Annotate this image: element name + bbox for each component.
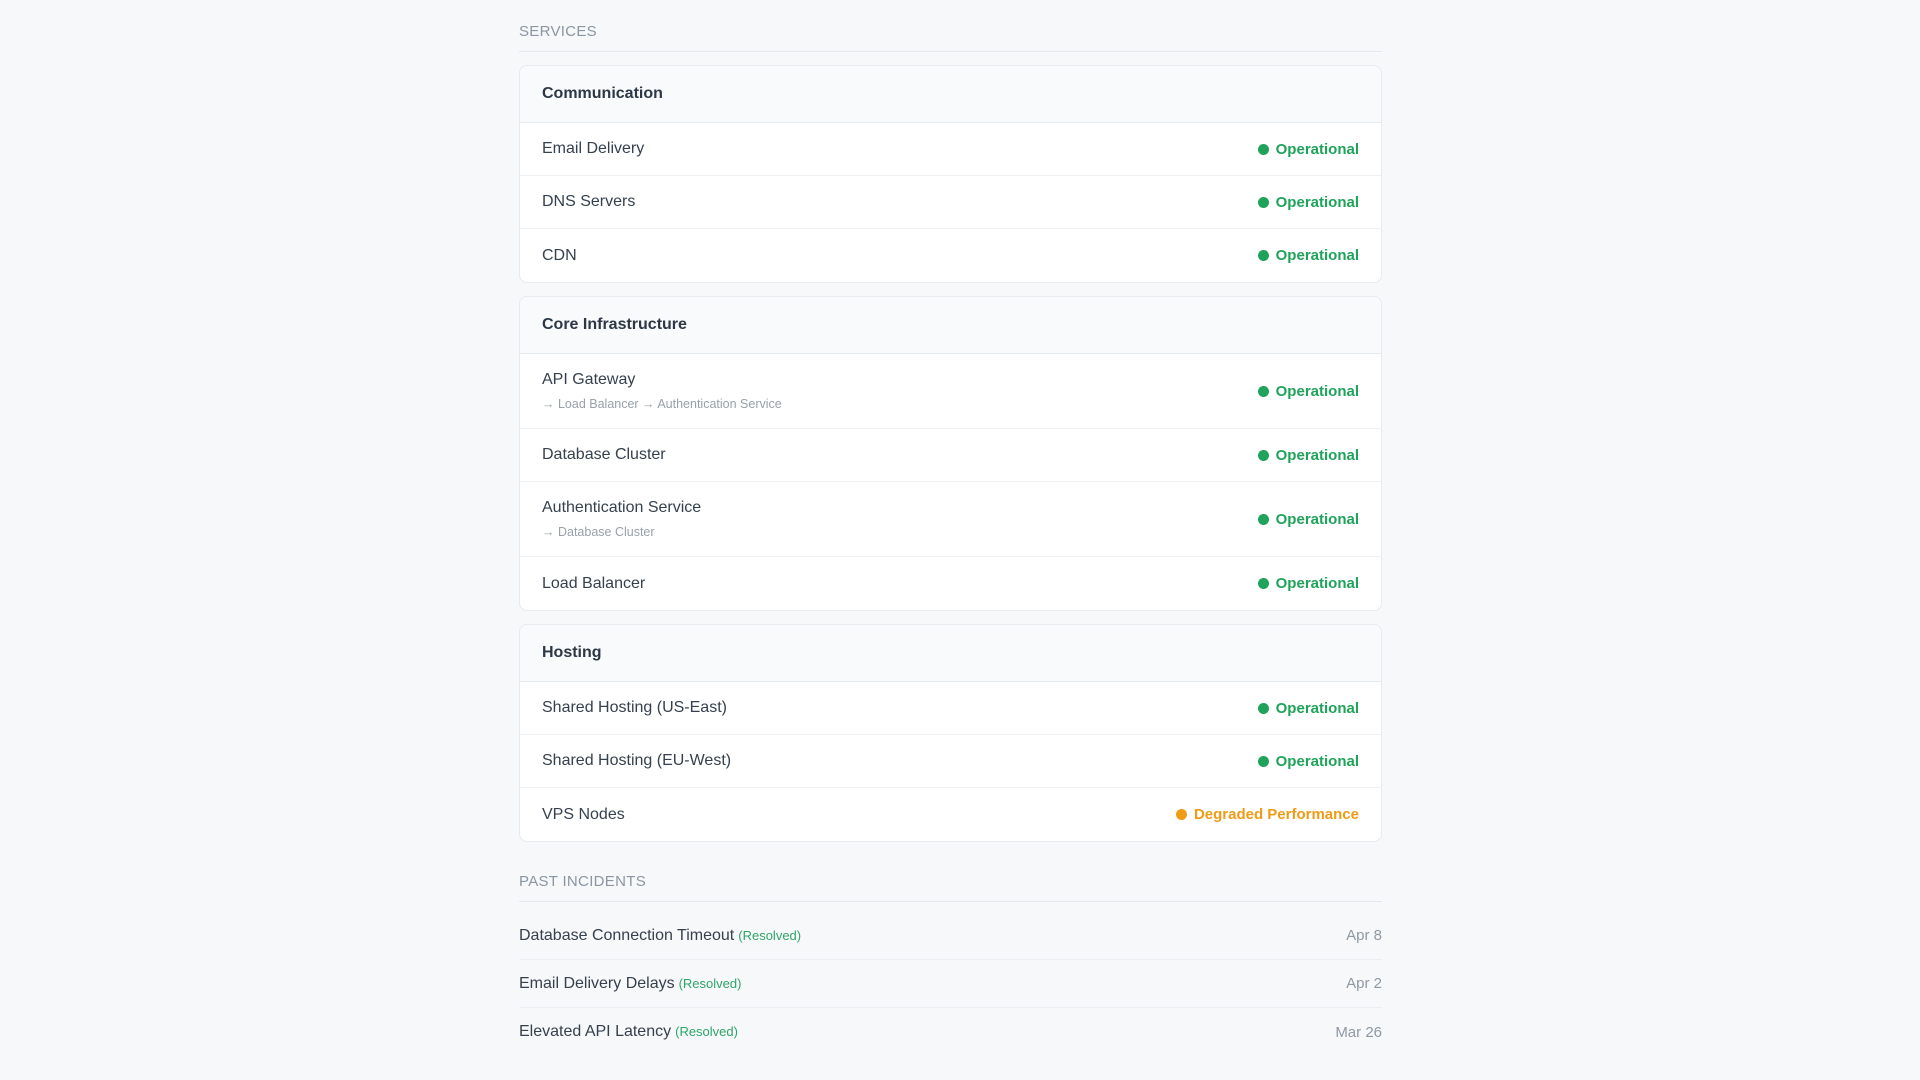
service-info: DNS Servers [542, 193, 635, 211]
status-badge: Operational [1257, 699, 1359, 717]
incident-list: Database Connection Timeout (Resolved) Apr… [519, 912, 1382, 1056]
incident-info: Database Connection Timeout (Resolved) [519, 927, 801, 945]
status-badge: Operational [1257, 510, 1359, 528]
service-info: Shared Hosting (EU-West) [542, 752, 731, 770]
status-dot-icon [1257, 196, 1269, 208]
status-badge: Degraded Performance [1175, 806, 1359, 823]
service-row-load-balancer[interactable]: Load Balancer Operational [520, 557, 1381, 610]
incident-title-link[interactable]: Database Connection Timeout [519, 927, 734, 944]
service-row-email-delivery[interactable]: Email Delivery Operational [520, 123, 1381, 176]
service-info: VPS Nodes [542, 806, 625, 824]
status-badge: Operational [1257, 382, 1359, 400]
incident-row-database-connection-timeout[interactable]: Database Connection Timeout (Resolved) Apr… [519, 912, 1382, 960]
status-badge: Operational [1257, 752, 1359, 770]
service-name: Email Delivery [542, 140, 645, 157]
service-row-cdn[interactable]: CDN Operational [520, 229, 1381, 282]
status-badge: Operational [1257, 247, 1359, 264]
service-row-shared-hosting-us-east[interactable]: Shared Hosting (US-East) Operational [520, 682, 1381, 735]
service-group-title[interactable]: Hosting [520, 625, 1381, 682]
status-label: Degraded Performance [1193, 806, 1359, 823]
incident-info: Email Delivery Delays (Resolved) [519, 975, 741, 993]
service-row-dns-servers[interactable]: DNS Servers Operational [520, 176, 1381, 229]
service-name: Shared Hosting (EU-West) [542, 752, 732, 769]
status-dot-icon [1257, 143, 1269, 155]
status-label: Operational [1275, 752, 1359, 770]
incident-row-email-delivery-delays[interactable]: Email Delivery Delays (Resolved) Apr 2 [519, 960, 1382, 1008]
status-label: Operational [1275, 382, 1359, 400]
service-name: CDN [542, 246, 577, 264]
service-name: VPS Nodes [542, 805, 625, 823]
status-dot-icon [1257, 513, 1269, 525]
service-group-title[interactable]: Communication [520, 66, 1381, 123]
service-dependencies: → Database Cluster [542, 525, 655, 539]
status-dot-icon [1257, 755, 1269, 767]
incident-date: Apr 8 [1346, 927, 1382, 944]
service-group-title[interactable]: Core Infrastructure [520, 297, 1381, 354]
service-info: Load Balancer [542, 575, 645, 593]
service-info: Authentication Service → Database Cluster [542, 499, 701, 539]
service-info: Email Delivery [542, 140, 644, 158]
status-dot-icon [1257, 702, 1269, 714]
service-info: API Gateway → Load Balancer → Authenticat… [542, 371, 782, 411]
status-label: Operational [1275, 140, 1359, 158]
status-dot-icon [1257, 449, 1269, 461]
service-name: Authentication Service [542, 499, 702, 516]
status-dot-icon [1257, 385, 1269, 397]
incident-resolved-tag: (Resolved) [678, 975, 742, 991]
service-name: Shared Hosting (US-East) [542, 699, 727, 716]
services-section-header: SERVICES [519, 23, 1382, 52]
service-name: API Gateway [542, 371, 636, 388]
service-dependencies: → Load Balancer → Authentication Service [542, 397, 782, 411]
service-row-vps-nodes[interactable]: VPS Nodes Degraded Performance [520, 788, 1381, 841]
status-label: Operational [1275, 193, 1359, 211]
incident-title-link[interactable]: Email Delivery Delays [519, 975, 675, 992]
status-dot-icon [1175, 809, 1187, 820]
incident-resolved-tag: (Resolved) [675, 1024, 738, 1039]
incident-title-link[interactable]: Elevated API Latency [519, 1023, 671, 1040]
status-badge: Operational [1257, 140, 1359, 158]
service-row-shared-hosting-eu-west[interactable]: Shared Hosting (EU-West) Operational [520, 735, 1381, 788]
past-incidents-section-header: PAST INCIDENTS [519, 873, 1382, 902]
status-label: Operational [1275, 699, 1359, 717]
service-group-core-infrastructure: Core Infrastructure API Gateway → Load Bal… [519, 296, 1382, 611]
service-info: CDN [542, 247, 577, 265]
service-group-communication: Communication Email Delivery Operational DN… [519, 65, 1382, 283]
status-label: Operational [1275, 247, 1359, 264]
status-label: Operational [1275, 446, 1359, 464]
status-badge: Operational [1257, 193, 1359, 211]
service-name: Database Cluster [542, 446, 666, 463]
incident-info: Elevated API Latency (Resolved) [519, 1023, 738, 1041]
service-name: Load Balancer [542, 574, 646, 592]
incident-row-elevated-api-latency[interactable]: Elevated API Latency (Resolved) Mar 26 [519, 1008, 1382, 1056]
status-label: Operational [1275, 575, 1359, 592]
status-badge: Operational [1257, 446, 1359, 464]
service-info: Database Cluster [542, 446, 666, 464]
service-info: Shared Hosting (US-East) [542, 699, 727, 717]
status-badge: Operational [1257, 575, 1359, 592]
incident-date: Apr 2 [1346, 975, 1382, 992]
status-page: SERVICES Communication Email Delivery Oper… [519, 0, 1382, 1056]
status-label: Operational [1275, 510, 1359, 528]
status-dot-icon [1257, 578, 1269, 589]
service-name: DNS Servers [542, 193, 636, 210]
service-row-authentication-service[interactable]: Authentication Service → Database Cluster… [520, 482, 1381, 557]
service-row-api-gateway[interactable]: API Gateway → Load Balancer → Authenticat… [520, 354, 1381, 429]
incident-resolved-tag: (Resolved) [738, 927, 802, 943]
service-group-hosting: Hosting Shared Hosting (US-East) Operation… [519, 624, 1382, 842]
service-groups: Communication Email Delivery Operational DN… [519, 65, 1382, 842]
status-dot-icon [1257, 250, 1269, 261]
incident-date: Mar 26 [1335, 1023, 1382, 1041]
service-row-database-cluster[interactable]: Database Cluster Operational [520, 429, 1381, 482]
